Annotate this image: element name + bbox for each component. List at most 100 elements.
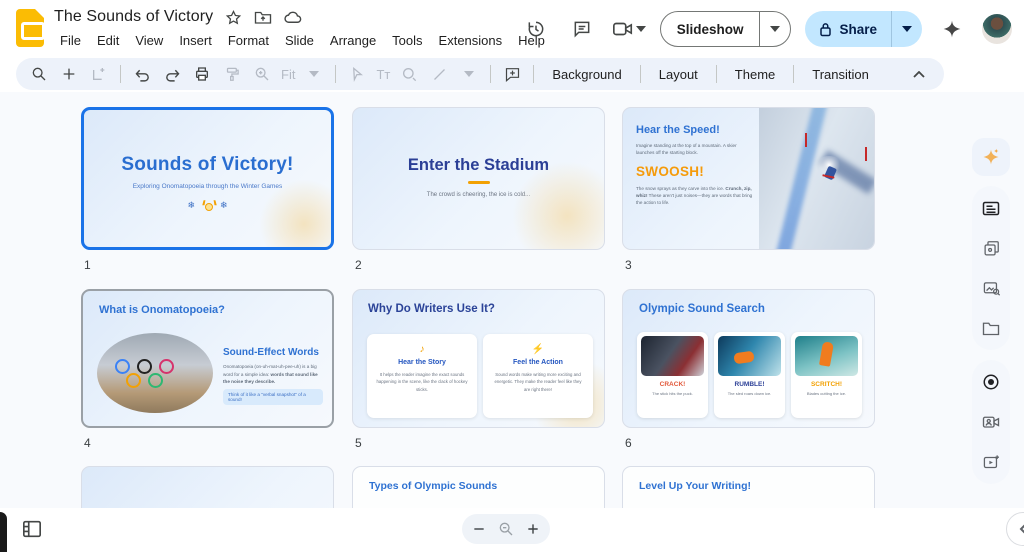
fit-zoom-select[interactable]: Fit xyxy=(279,67,297,82)
add-comment-icon[interactable] xyxy=(499,61,525,87)
olympic-rings-photo xyxy=(97,333,213,413)
slides-logo-icon[interactable] xyxy=(16,9,45,47)
menu-file[interactable]: File xyxy=(52,30,89,51)
line-icon[interactable] xyxy=(426,61,452,87)
zoom-out-icon[interactable] xyxy=(472,522,486,536)
sled-photo xyxy=(718,336,781,376)
duplicate-frames-icon[interactable] xyxy=(981,238,1001,258)
gemini-sparkle-icon[interactable] xyxy=(972,138,1010,176)
menu-format[interactable]: Format xyxy=(220,30,277,51)
slideshow-button[interactable]: Slideshow xyxy=(661,12,760,46)
slide6-card-crack: CRACK! The stick hits the puck. xyxy=(637,332,708,418)
camera-person-icon[interactable] xyxy=(981,412,1001,432)
snowflake-icon: ❄ xyxy=(220,200,228,210)
app-header: The Sounds of Victory File Edit View Ins… xyxy=(0,0,1024,56)
zoom-in-icon[interactable] xyxy=(526,522,540,536)
comments-icon[interactable] xyxy=(566,13,598,45)
share-split-button: Share xyxy=(805,11,922,47)
search-icon[interactable] xyxy=(26,61,52,87)
share-button[interactable]: Share xyxy=(805,11,891,47)
menu-insert[interactable]: Insert xyxy=(171,30,220,51)
chevron-down-icon xyxy=(770,26,781,32)
slide-number: 3 xyxy=(625,258,632,272)
record-icon[interactable] xyxy=(981,372,1001,392)
slide5-title: Why Do Writers Use It? xyxy=(368,303,495,315)
move-folder-icon[interactable] xyxy=(254,9,272,25)
slide1-title: Sounds of Victory! xyxy=(121,154,294,175)
zoom-in-icon[interactable] xyxy=(249,61,275,87)
slide-thumbnail-1[interactable]: Sounds of Victory! Exploring Onomatopoei… xyxy=(81,107,334,250)
slide-number: 2 xyxy=(355,258,362,272)
theme-button[interactable]: Theme xyxy=(725,67,785,82)
slide-thumbnail-5[interactable]: Why Do Writers Use It? ♪ Hear the Story … xyxy=(352,289,605,428)
folder-icon[interactable] xyxy=(981,318,1001,338)
slide8-title: Types of Olympic Sounds xyxy=(369,480,498,492)
menu-slide[interactable]: Slide xyxy=(277,30,322,51)
star-icon[interactable] xyxy=(225,9,242,26)
skier-photo xyxy=(758,108,874,249)
layout-button[interactable]: Layout xyxy=(649,67,708,82)
menu-bar: File Edit View Insert Format Slide Arran… xyxy=(52,30,553,51)
hide-menus-icon[interactable] xyxy=(906,61,932,87)
slideshow-split-button: Slideshow xyxy=(659,11,792,47)
rail-group-top xyxy=(972,186,1010,350)
slide5-card-feel: ⚡ Feel the Action Sound words make writi… xyxy=(483,334,593,418)
hockey-photo xyxy=(641,336,704,376)
slide-thumbnail-2[interactable]: Enter the Stadium The crowd is cheering,… xyxy=(352,107,605,250)
version-history-icon[interactable] xyxy=(520,13,552,45)
redo-icon[interactable] xyxy=(159,61,185,87)
skater-photo xyxy=(795,336,858,376)
slide-number: 6 xyxy=(625,436,632,450)
rail-group-bottom xyxy=(972,360,1010,484)
slideshow-dropdown[interactable] xyxy=(759,12,790,46)
menu-edit[interactable]: Edit xyxy=(89,30,127,51)
paint-format-icon[interactable] xyxy=(219,61,245,87)
transition-button[interactable]: Transition xyxy=(802,67,879,82)
zoom-reset-icon[interactable] xyxy=(498,521,514,537)
select-cursor-icon[interactable] xyxy=(344,61,370,87)
undo-icon[interactable] xyxy=(129,61,155,87)
new-slide-icon[interactable] xyxy=(86,61,112,87)
cloud-saved-icon[interactable] xyxy=(284,10,303,25)
share-dropdown[interactable] xyxy=(891,11,922,47)
lock-icon xyxy=(820,22,832,36)
window-corner xyxy=(0,512,7,552)
slide-thumbnail-4[interactable]: What is Onomatopoeia? Sound-Effect Words… xyxy=(81,289,334,428)
slide-number: 1 xyxy=(84,258,91,272)
menu-extensions[interactable]: Extensions xyxy=(431,30,511,51)
text-box-icon[interactable]: Tт xyxy=(374,67,392,82)
bottom-bar xyxy=(0,508,1024,552)
zoom-controls xyxy=(462,514,550,544)
slide6-card-rumble: RUMBLE! The sled roars down ice. xyxy=(714,332,785,418)
image-search-icon[interactable] xyxy=(981,278,1001,298)
accent-bar xyxy=(467,181,490,184)
print-icon[interactable] xyxy=(189,61,215,87)
chevron-down-icon xyxy=(635,26,646,32)
slide-number: 5 xyxy=(355,436,362,450)
collapse-panel-icon[interactable] xyxy=(1006,512,1024,546)
slide-thumbnail-3[interactable]: Hear the Speed! Imagine standing at the … xyxy=(622,107,875,250)
chevron-down-icon[interactable] xyxy=(301,61,327,87)
slide5-card-hear: ♪ Hear the Story It helps the reader ima… xyxy=(367,334,477,418)
background-button[interactable]: Background xyxy=(542,67,631,82)
slide3-sound-word: SWOOSH! xyxy=(636,163,705,179)
slide4-body: Onomatopoeia (on-uh-mat-uh-pee-uh) is a … xyxy=(223,364,318,385)
shape-icon[interactable] xyxy=(396,61,422,87)
slide6-title: Olympic Sound Search xyxy=(639,303,765,315)
menu-arrange[interactable]: Arrange xyxy=(322,30,384,51)
notes-card-icon[interactable] xyxy=(981,198,1001,218)
menu-tools[interactable]: Tools xyxy=(384,30,430,51)
slide-thumbnail-6[interactable]: Olympic Sound Search CRACK! The stick hi… xyxy=(622,289,875,428)
chevron-down-icon xyxy=(902,26,912,32)
account-avatar[interactable] xyxy=(982,14,1012,44)
plus-icon[interactable] xyxy=(56,61,82,87)
export-play-icon[interactable] xyxy=(981,452,1001,472)
toolbar-strip: Fit Tт Background Layout Theme Transitio… xyxy=(0,56,1024,92)
toolbar: Fit Tт Background Layout Theme Transitio… xyxy=(16,58,944,90)
gemini-sparkle-icon[interactable] xyxy=(936,13,968,45)
document-title[interactable]: The Sounds of Victory xyxy=(54,8,213,26)
meet-camera-button[interactable] xyxy=(612,20,646,38)
menu-view[interactable]: View xyxy=(127,30,171,51)
filmstrip-toggle-icon[interactable] xyxy=(22,520,42,538)
chevron-down-icon[interactable] xyxy=(456,61,482,87)
